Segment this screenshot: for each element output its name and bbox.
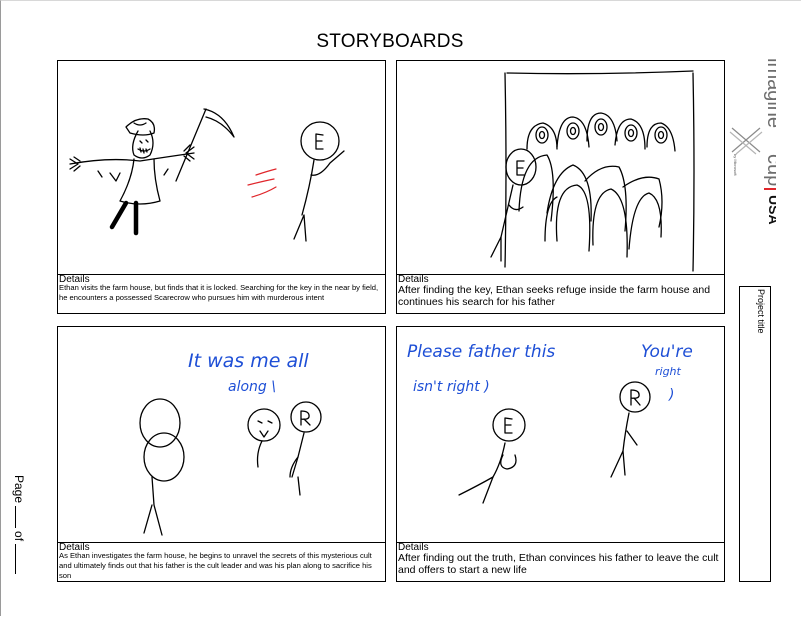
panel-4-sketch: Please father this isn't right ) You're … [407, 342, 693, 504]
brand-imagine: imagine [763, 58, 776, 128]
handwriting-line-4: right [655, 365, 682, 378]
panel-3-sketch: It was me all along \ [139, 350, 322, 536]
storyboard-panel-2: Details After finding the key, Ethan see… [396, 60, 725, 314]
details-text: After finding out the truth, Ethan convi… [398, 552, 719, 576]
brand-x-mark [729, 127, 763, 155]
imagine-cup-logo: imagine cup USA by Microsoft [729, 58, 776, 225]
details-text: Ethan visits the farm house, but finds t… [59, 283, 379, 302]
page-blank [15, 506, 26, 529]
page-title: STORYBOARDS [316, 31, 464, 52]
panel-2-sketch [490, 70, 695, 272]
handwriting-line-1: It was me all [188, 350, 309, 372]
details-text: As Ethan investigates the farm house, he… [59, 551, 372, 580]
storyboard-panel-3: It was me all along \ Details As Ethan i… [57, 326, 386, 582]
panel-4-details: Details After finding out the truth, Eth… [397, 542, 724, 581]
panel-1-details: Details Ethan visits the farm house, but… [58, 274, 385, 313]
project-title-box: Project title [739, 286, 771, 582]
handwriting-line-2: isn't right ) [413, 379, 490, 395]
page-number: Page of [12, 475, 26, 575]
handwriting-line-2: along \ [228, 379, 276, 395]
panel-3-details: Details As Ethan investigates the farm h… [58, 542, 385, 581]
project-title-label: Project title [756, 289, 766, 334]
of-label: of [12, 531, 26, 542]
storyboard-panel-1: Details Ethan visits the farm house, but… [57, 60, 386, 314]
brand-byline: by Microsoft [733, 154, 738, 176]
details-text: After finding the key, Ethan seeks refug… [398, 284, 711, 308]
brand-country: USA [766, 195, 776, 225]
handwriting-line-1: Please father this [407, 342, 555, 362]
page-label: Page [12, 475, 26, 504]
handwriting-line-3: You're [641, 342, 693, 362]
storyboard-panel-4: Please father this isn't right ) You're … [396, 326, 725, 582]
brand-cup: cup [763, 154, 776, 186]
total-blank [15, 544, 26, 575]
handwriting-line-5: ) [668, 387, 674, 403]
panel-1-sketch [69, 108, 345, 242]
panel-2-details: Details After finding the key, Ethan see… [397, 274, 724, 313]
